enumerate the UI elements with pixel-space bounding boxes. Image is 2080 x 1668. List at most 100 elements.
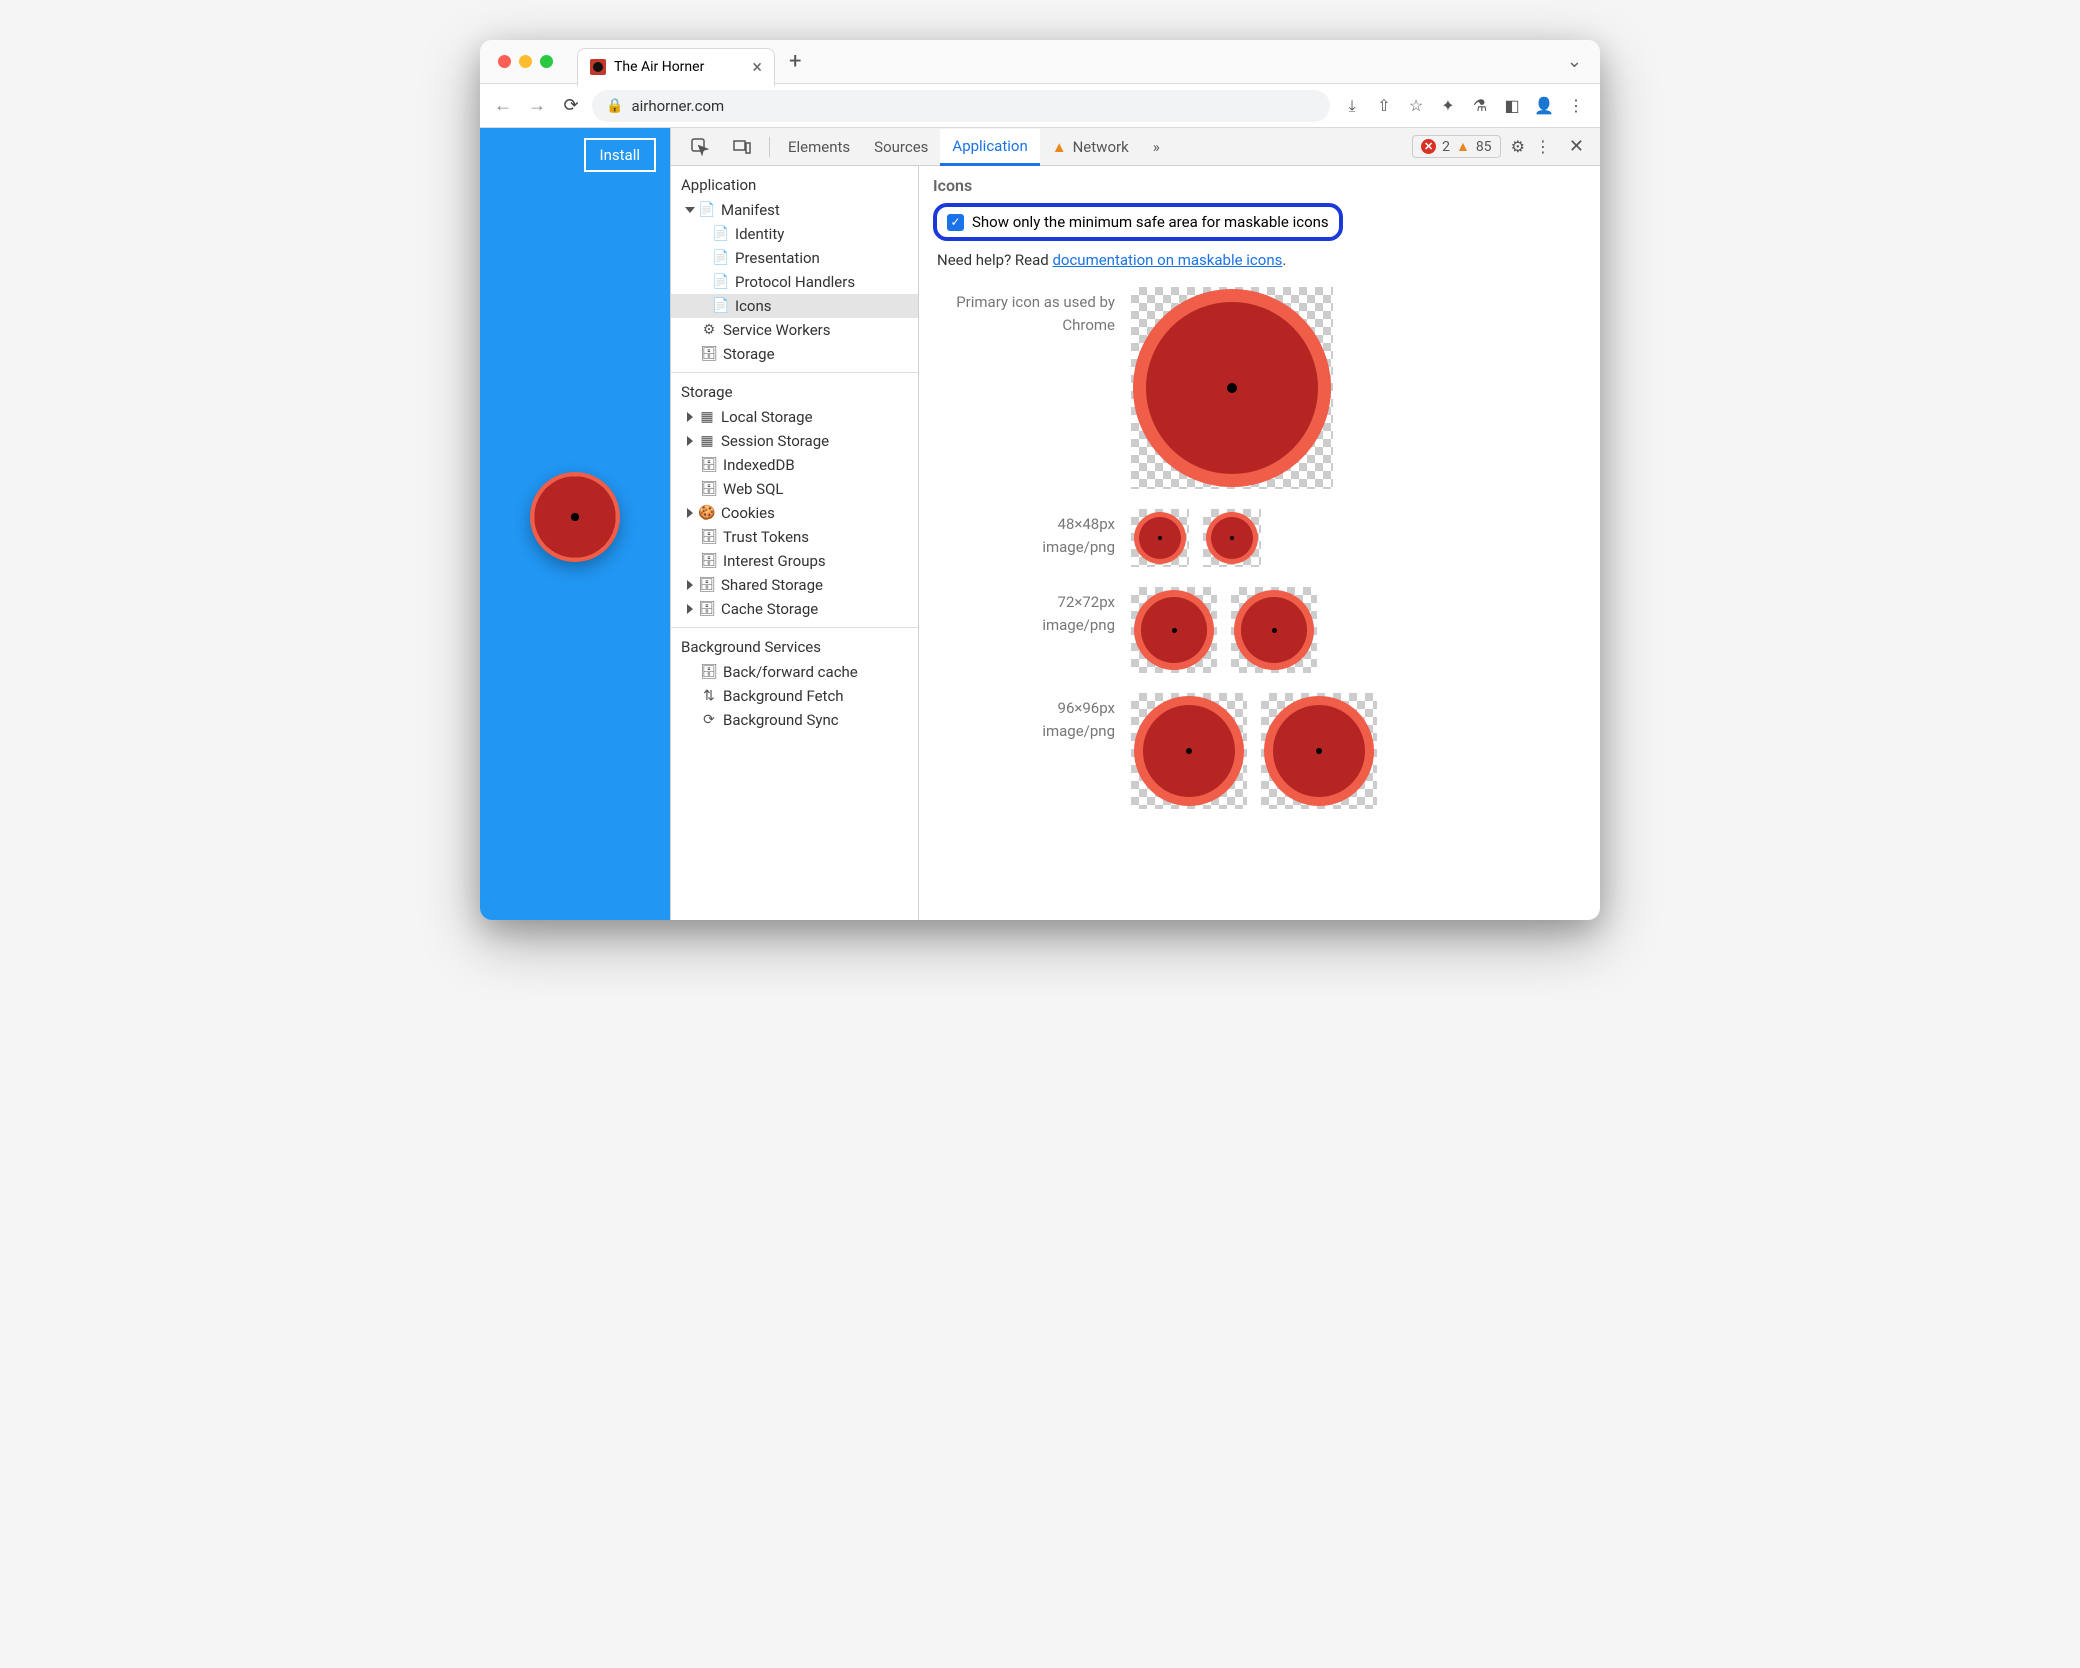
sidebar-item-protocol-handlers[interactable]: 📄Protocol Handlers: [671, 270, 918, 294]
sidebar-item-local-storage[interactable]: ▦Local Storage: [671, 405, 918, 429]
favicon-icon: [590, 59, 606, 75]
file-icon: 📄: [713, 250, 729, 266]
icon-row-72: 72×72px image/png: [933, 587, 1586, 673]
chevron-right-icon: [687, 508, 693, 518]
chevron-right-icon: [687, 580, 693, 590]
window-controls: [498, 55, 553, 68]
sidebar-item-bfcache[interactable]: 🗄Back/forward cache: [671, 660, 918, 684]
share-icon[interactable]: ⇧: [1374, 96, 1394, 116]
sidebar-item-interest-groups[interactable]: 🗄Interest Groups: [671, 549, 918, 573]
new-tab-button[interactable]: +: [789, 49, 801, 74]
sidebar-item-cache-storage[interactable]: 🗄Cache Storage: [671, 597, 918, 621]
reload-button[interactable]: ⟳: [558, 95, 584, 116]
page-viewport: Install: [480, 128, 670, 920]
devtools-panel: Elements Sources Application ▲Network » …: [670, 128, 1600, 920]
sidebar-item-icons[interactable]: 📄Icons: [671, 294, 918, 318]
icon-size-label: 96×96px: [933, 697, 1115, 720]
airhorn-icon: [1134, 512, 1186, 564]
sidebar-item-manifest[interactable]: 📄Manifest: [671, 198, 918, 222]
sidebar-item-background-fetch[interactable]: ⇅Background Fetch: [671, 684, 918, 708]
airhorn-icon: [1133, 289, 1331, 487]
section-application: Application: [671, 172, 918, 198]
panel-icon[interactable]: ◧: [1502, 96, 1522, 116]
bookmark-icon[interactable]: ☆: [1406, 96, 1426, 116]
section-background-services: Background Services: [671, 634, 918, 660]
inspect-element-icon[interactable]: [679, 128, 721, 165]
database-icon: 🗄: [699, 601, 715, 617]
labs-icon[interactable]: ⚗: [1470, 96, 1490, 116]
install-button[interactable]: Install: [584, 138, 656, 172]
sidebar-item-cookies[interactable]: 🍪Cookies: [671, 501, 918, 525]
back-button[interactable]: ←: [490, 95, 516, 116]
url-text: airhorner.com: [631, 97, 724, 115]
icon-size-label: 72×72px: [933, 591, 1115, 614]
close-window-button[interactable]: [498, 55, 511, 68]
sync-icon: ⟳: [701, 712, 717, 728]
sidebar-item-shared-storage[interactable]: 🗄Shared Storage: [671, 573, 918, 597]
file-icon: 📄: [713, 298, 729, 314]
forward-button[interactable]: →: [524, 95, 550, 116]
kebab-icon[interactable]: ⋮: [1535, 137, 1551, 156]
icon-preview: [1131, 693, 1247, 809]
database-icon: 🗄: [701, 553, 717, 569]
maskable-checkbox[interactable]: ✓: [947, 214, 964, 231]
device-toolbar-icon[interactable]: [721, 128, 763, 165]
tab-title: The Air Horner: [614, 59, 704, 75]
icons-panel: Icons ✓ Show only the minimum safe area …: [919, 166, 1600, 920]
cookie-icon: 🍪: [699, 505, 715, 521]
install-app-icon[interactable]: ⤓: [1342, 96, 1362, 116]
issues-counter[interactable]: ✕ 2 ▲ 85: [1412, 135, 1500, 158]
maskable-checkbox-label: Show only the minimum safe area for mask…: [972, 213, 1329, 231]
chevron-right-icon: [687, 604, 693, 614]
extensions-icon[interactable]: ✦: [1438, 96, 1458, 116]
docs-link[interactable]: documentation on maskable icons: [1052, 251, 1282, 269]
tab-close-icon[interactable]: ×: [752, 57, 762, 78]
chevron-right-icon: [687, 412, 693, 422]
close-devtools-icon[interactable]: ✕: [1561, 136, 1592, 157]
help-text: Need help? Read documentation on maskabl…: [937, 251, 1586, 269]
minimize-window-button[interactable]: [519, 55, 532, 68]
sidebar-item-service-workers[interactable]: ⚙Service Workers: [671, 318, 918, 342]
tab-network[interactable]: ▲Network: [1040, 128, 1141, 165]
address-bar[interactable]: 🔒 airhorner.com: [592, 90, 1330, 122]
airhorn-icon: [1134, 590, 1214, 670]
database-icon: 🗄: [701, 529, 717, 545]
sidebar-item-trust-tokens[interactable]: 🗄Trust Tokens: [671, 525, 918, 549]
warning-icon: ▲: [1052, 138, 1067, 156]
sidebar-item-background-sync[interactable]: ⟳Background Sync: [671, 708, 918, 732]
warning-icon: ▲: [1456, 138, 1470, 155]
sidebar-item-session-storage[interactable]: ▦Session Storage: [671, 429, 918, 453]
file-icon: 📄: [699, 202, 715, 218]
tab-sources[interactable]: Sources: [862, 128, 940, 165]
maximize-window-button[interactable]: [540, 55, 553, 68]
primary-icon-row: Primary icon as used by Chrome: [933, 287, 1586, 489]
table-icon: ▦: [699, 433, 715, 449]
error-icon: ✕: [1421, 139, 1436, 154]
panel-heading: Icons: [933, 176, 1586, 195]
file-icon: 📄: [713, 274, 729, 290]
sidebar-item-indexeddb[interactable]: 🗄IndexedDB: [671, 453, 918, 477]
menu-icon[interactable]: ⋮: [1566, 96, 1586, 116]
icon-row-96: 96×96px image/png: [933, 693, 1586, 809]
browser-tab[interactable]: The Air Horner ×: [577, 48, 775, 86]
tab-elements[interactable]: Elements: [776, 128, 862, 165]
profile-icon[interactable]: 👤: [1534, 96, 1554, 116]
sidebar-item-presentation[interactable]: 📄Presentation: [671, 246, 918, 270]
application-sidebar: Application 📄Manifest 📄Identity 📄Present…: [671, 166, 919, 920]
browser-window: The Air Horner × + ⌄ ← → ⟳ 🔒 airhorner.c…: [480, 40, 1600, 920]
settings-icon[interactable]: ⚙: [1511, 137, 1525, 156]
error-count: 2: [1442, 139, 1450, 155]
airhorn-icon: [1134, 696, 1244, 806]
sidebar-item-storage[interactable]: 🗄Storage: [671, 342, 918, 366]
tab-dropdown-icon[interactable]: ⌄: [1567, 51, 1582, 72]
tab-application[interactable]: Application: [940, 129, 1039, 166]
database-icon: 🗄: [701, 346, 717, 362]
devtools-tabbar: Elements Sources Application ▲Network » …: [671, 128, 1600, 166]
table-icon: ▦: [699, 409, 715, 425]
more-tabs-button[interactable]: »: [1141, 128, 1172, 165]
icon-preview: [1231, 587, 1317, 673]
sidebar-item-websql[interactable]: 🗄Web SQL: [671, 477, 918, 501]
sidebar-item-identity[interactable]: 📄Identity: [671, 222, 918, 246]
airhorn-button[interactable]: [530, 472, 620, 562]
devtools-body: Application 📄Manifest 📄Identity 📄Present…: [671, 166, 1600, 920]
